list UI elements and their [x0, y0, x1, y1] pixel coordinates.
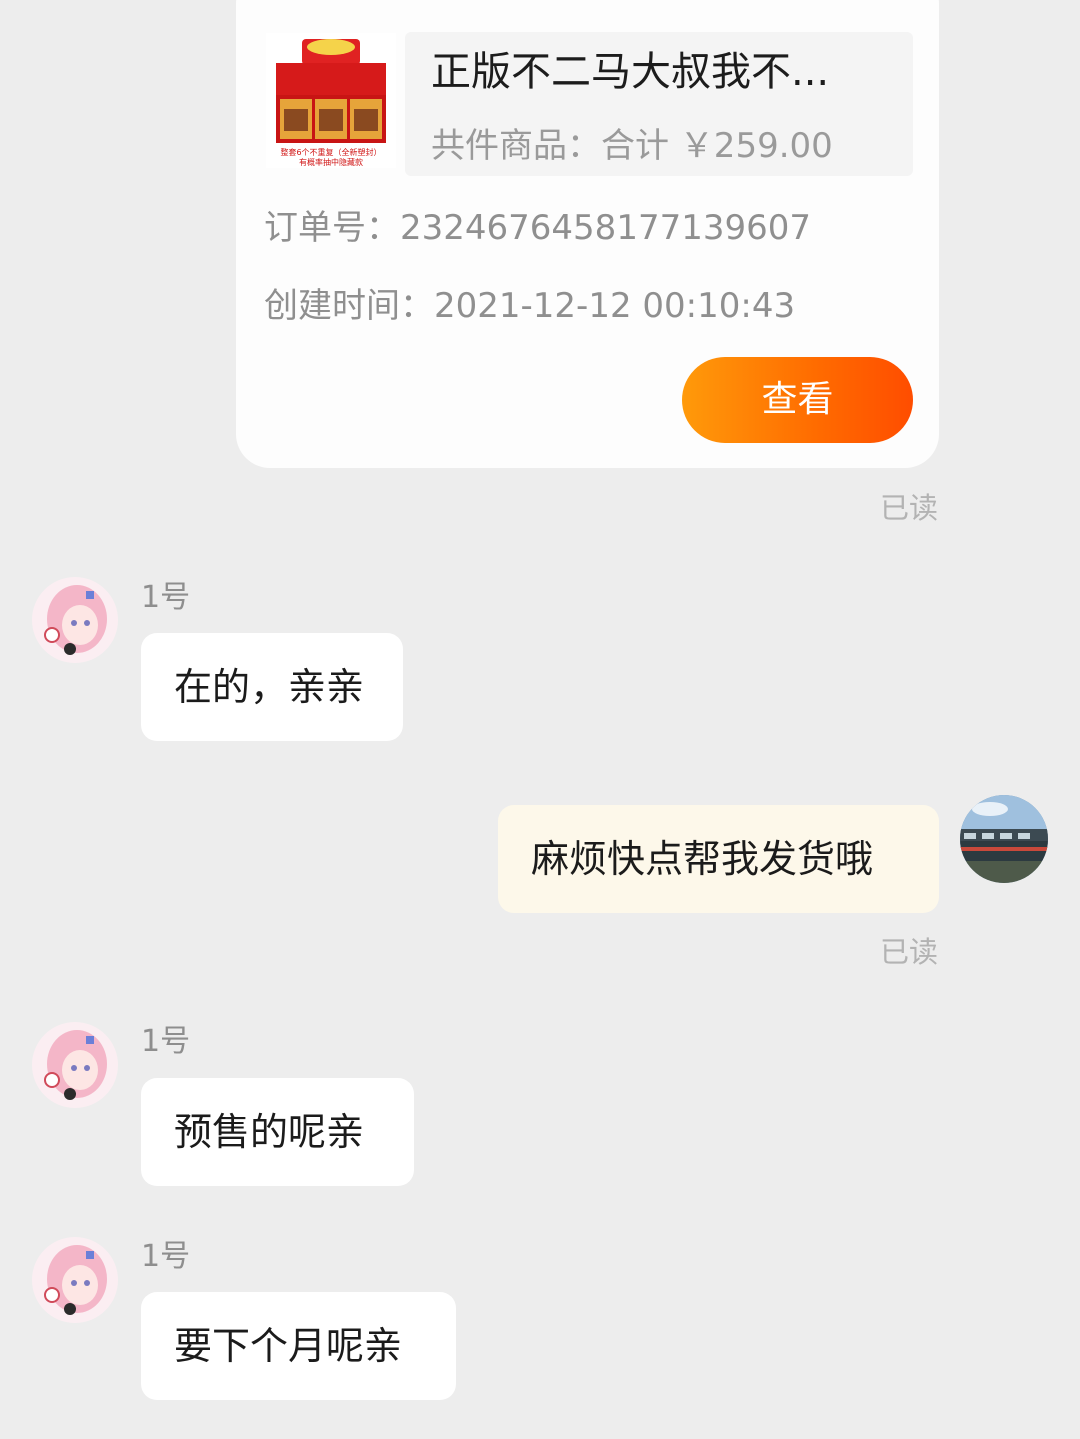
message-bubble-outgoing[interactable]: 麻烦快点帮我发货哦	[498, 805, 939, 913]
message-bubble-incoming[interactable]: 预售的呢亲	[141, 1078, 414, 1186]
order-number: 订单号：2324676458177139607	[264, 208, 812, 248]
read-receipt: 已读	[879, 935, 938, 969]
product-summary: 共件商品：合计 ￥259.00	[431, 126, 833, 166]
seller-avatar[interactable]	[32, 1237, 118, 1323]
train-station-photo-icon	[960, 795, 1048, 883]
sender-name: 1号	[141, 1239, 191, 1274]
product-title: 正版不二马大叔我不...	[431, 49, 830, 95]
seller-avatar[interactable]	[32, 577, 118, 663]
sender-name: 1号	[141, 1024, 191, 1059]
order-created-time: 创建时间：2021-12-12 00:10:43	[264, 286, 796, 326]
thumbnail-caption-2: 有概率抽中隐藏款	[299, 157, 363, 167]
message-bubble-incoming[interactable]: 在的，亲亲	[141, 633, 403, 741]
product-image: 整套6个不重复（全新塑封） 有概率抽中隐藏款	[266, 33, 396, 168]
anime-avatar-icon	[32, 577, 118, 663]
my-avatar[interactable]	[960, 795, 1048, 883]
product-info[interactable]: 正版不二马大叔我不... 共件商品：合计 ￥259.00	[405, 32, 913, 176]
seller-avatar[interactable]	[32, 1022, 118, 1108]
message-bubble-incoming[interactable]: 要下个月呢亲	[141, 1292, 456, 1400]
anime-avatar-icon	[32, 1022, 118, 1108]
sender-name: 1号	[141, 580, 191, 615]
read-receipt: 已读	[879, 491, 938, 525]
thumbnail-caption-1: 整套6个不重复（全新塑封）	[280, 147, 381, 157]
anime-avatar-icon	[32, 1237, 118, 1323]
view-order-button[interactable]: 查看	[682, 357, 913, 443]
product-thumbnail[interactable]: 整套6个不重复（全新塑封） 有概率抽中隐藏款	[266, 33, 396, 168]
